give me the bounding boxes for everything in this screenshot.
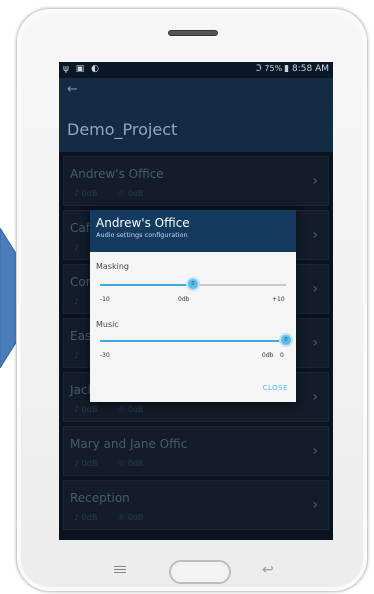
signal-icon: ℑ (255, 64, 262, 74)
status-right: ℑ 75% ▮ 8:58 AM (255, 64, 329, 74)
masking-slider[interactable]: 0 (100, 277, 286, 291)
dialog-subtitle: Audio settings configuration (96, 231, 188, 239)
home-button[interactable] (169, 560, 231, 584)
speaker-grille (168, 30, 218, 36)
back-icon[interactable]: ↩ (262, 562, 274, 578)
masking-label: Masking (96, 262, 129, 271)
battery-icon: ▮ (284, 64, 290, 74)
masking-thumb[interactable]: 0 (186, 277, 200, 291)
masking-fill (100, 284, 193, 286)
music-thumb[interactable]: 0 (279, 333, 293, 347)
page-title: Demo_Project (67, 120, 178, 139)
stage: ψ ▣ ◐ ℑ 75% ▮ 8:58 AM ← Demo_Project Andr… (0, 0, 374, 594)
app-bar: ← Demo_Project (59, 78, 333, 152)
battery-level: 75% (264, 64, 283, 73)
music-value: 0 (280, 352, 284, 359)
status-left-icons: ψ ▣ ◐ (63, 64, 102, 74)
music-min-label: -30 (100, 352, 110, 359)
back-arrow-icon[interactable]: ← (67, 82, 78, 97)
device-screen: ψ ▣ ◐ ℑ 75% ▮ 8:58 AM ← Demo_Project Andr… (59, 62, 333, 540)
dialog-title: Andrew's Office (96, 216, 190, 230)
close-button[interactable]: CLOSE (263, 384, 288, 392)
masking-max-label: +10 (272, 296, 285, 303)
music-label: Music (96, 320, 119, 329)
device-nav-bar: ↩ (16, 548, 368, 588)
dialog-header: Andrew's Office Audio settings configura… (90, 210, 296, 252)
clock: 8:58 AM (292, 64, 329, 74)
masking-mid-label: 0db (178, 296, 190, 303)
menu-icon[interactable] (114, 566, 126, 575)
masking-min-label: -10 (100, 296, 110, 303)
audio-settings-dialog: Andrew's Office Audio settings configura… (90, 210, 296, 402)
music-fill (100, 340, 286, 342)
music-right-label: 0db (262, 352, 274, 359)
status-bar: ψ ▣ ◐ ℑ 75% ▮ 8:58 AM (59, 62, 333, 78)
music-slider[interactable]: 0 (100, 333, 293, 347)
